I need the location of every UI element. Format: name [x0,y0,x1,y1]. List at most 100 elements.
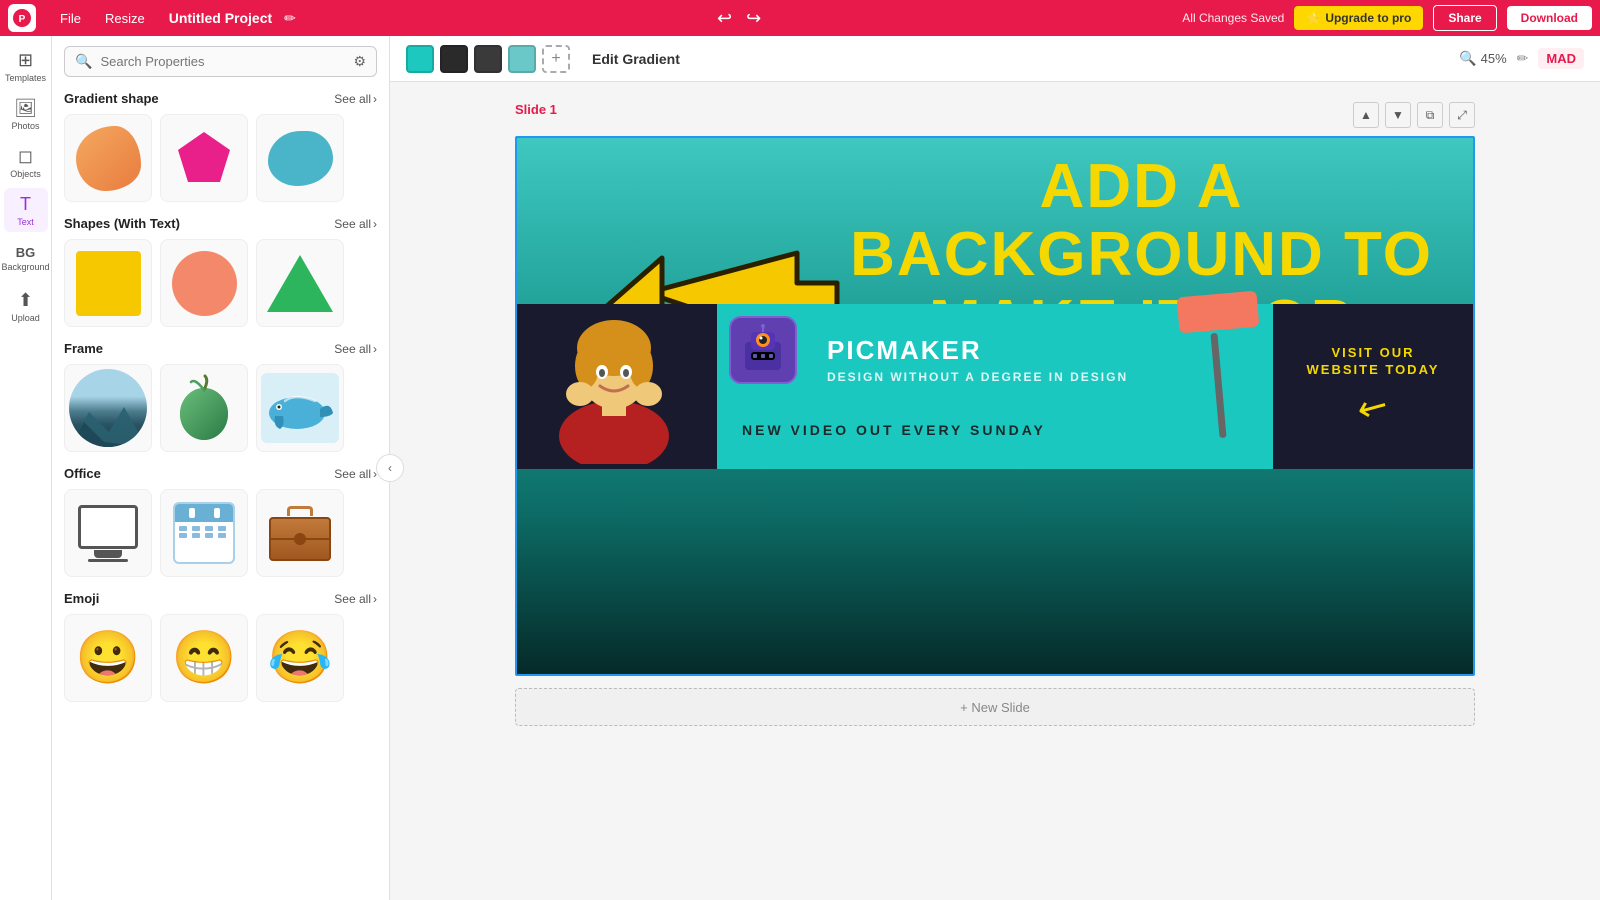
slide-header-row: Slide 1 ▲ ▼ ⧉ ⤢ [515,102,1475,128]
slide-down-button[interactable]: ▼ [1385,102,1411,128]
bg-label: Background [1,262,49,272]
new-slide-button[interactable]: + New Slide [515,688,1475,726]
section-office: Office See all › [52,460,389,585]
emoji-item-1[interactable]: 😀 [64,614,152,702]
calendar-shape [173,502,235,564]
office-item-3[interactable] [256,489,344,577]
frame-item-1[interactable] [64,364,152,452]
new-slide-label: + New Slide [960,700,1030,715]
pentagon-shape [172,126,237,191]
section-shapes-text-header: Shapes (With Text) See all › [64,216,377,231]
apple-frame [169,369,239,447]
rail-photos[interactable]: 🖼 Photos [4,92,48,136]
edit-pencil-icon[interactable]: ✏ [1517,50,1529,67]
mountain-frame [69,369,147,447]
left-panel-wrapper: 🔍 ⚙ Gradient shape See all › [52,36,390,900]
visit-arrow-icon: ↙ [1349,382,1396,433]
emoji-item-3[interactable]: 😂 [256,614,344,702]
robot-logo [729,316,797,384]
edit-project-name-icon[interactable]: ✏ [284,10,296,27]
redo-button[interactable]: ↪ [742,8,765,29]
rail-background[interactable]: BG Background [4,236,48,280]
text-icon: T [20,194,31,215]
color-swatch-lightteal[interactable] [508,45,536,73]
emoji-see-all[interactable]: See all › [334,592,377,606]
frame-title: Frame [64,341,103,356]
rail-upload[interactable]: ⬆ Upload [4,284,48,328]
templates-label: Templates [5,73,46,83]
share-button[interactable]: Share [1433,5,1496,31]
shape-text-item-2[interactable] [160,239,248,327]
frame-item-3[interactable] [256,364,344,452]
upgrade-button[interactable]: ⭐ Upgrade to pro [1294,6,1423,30]
design-canvas[interactable]: ADD A BACKGROUND TO MAKE IT POP [515,136,1475,676]
slide-label: Slide 1 [515,102,557,117]
chevron-right-icon-3: › [373,342,377,356]
whale-frame [261,373,339,443]
salmon-circle-shape [172,251,237,316]
section-frame-header: Frame See all › [64,341,377,356]
shapes-text-see-all[interactable]: See all › [334,217,377,231]
slide-expand-button[interactable]: ⤢ [1449,102,1475,128]
icon-rail: ⊞ Templates 🖼 Photos ◻ Objects T Text BG… [0,36,52,900]
topbar-right: All Changes Saved ⭐ Upgrade to pro Share… [1182,5,1592,31]
add-color-button[interactable]: + [542,45,570,73]
slide-up-button[interactable]: ▲ [1353,102,1379,128]
frame-see-all[interactable]: See all › [334,342,377,356]
office-grid [64,489,377,577]
project-name[interactable]: Untitled Project [157,10,284,26]
color-swatch-darkgray[interactable] [474,45,502,73]
person-svg [532,306,697,464]
saved-status: All Changes Saved [1182,11,1284,25]
robot-logo-svg [737,324,789,376]
green-triangle-shape [267,255,333,312]
frame-item-2[interactable] [160,364,248,452]
emoji-title: Emoji [64,591,99,606]
search-input[interactable] [100,54,345,69]
banner-text-group: PICMAKER DESIGN WITHOUT A DEGREE IN DESI… [737,335,1253,384]
shape-text-item-3[interactable] [256,239,344,327]
color-swatch-teal[interactable] [406,45,434,73]
rail-templates[interactable]: ⊞ Templates [4,44,48,88]
text-label: Text [17,217,34,227]
slide-duplicate-button[interactable]: ⧉ [1417,102,1443,128]
upload-label: Upload [11,313,40,323]
shapes-text-grid [64,239,377,327]
gradient-shape-item-2[interactable] [160,114,248,202]
zoom-control[interactable]: 🔍 45% [1459,50,1506,67]
office-see-all[interactable]: See all › [334,467,377,481]
chevron-right-icon-5: › [373,592,377,606]
bg-icon: BG [16,245,36,260]
download-button[interactable]: Download [1507,6,1592,30]
rail-text[interactable]: T Text [4,188,48,232]
office-item-2[interactable] [160,489,248,577]
section-gradient-shape: Gradient shape See all › [52,85,389,210]
gradient-shape-item-1[interactable] [64,114,152,202]
chevron-right-icon: › [373,92,377,106]
app-logo: P [8,4,36,32]
gradient-shape-item-3[interactable] [256,114,344,202]
section-frame: Frame See all › [52,335,389,460]
emoji-item-2[interactable]: 😁 [160,614,248,702]
user-avatar-label: MAD [1538,48,1584,69]
filter-icon[interactable]: ⚙ [353,53,366,70]
menu-file[interactable]: File [48,0,93,36]
undo-redo-group: ↩ ↪ [713,8,765,29]
zoom-icon: 🔍 [1459,50,1476,67]
panel-collapse-button[interactable]: ‹ [376,454,404,482]
gradient-shape-grid [64,114,377,202]
office-item-1[interactable] [64,489,152,577]
gradient-shape-see-all[interactable]: See all › [334,92,377,106]
rail-objects[interactable]: ◻ Objects [4,140,48,184]
star-icon: ⭐ [1306,11,1321,25]
toolbar: + Edit Gradient 🔍 45% ✏ MAD [390,36,1600,82]
menu-resize[interactable]: Resize [93,0,157,36]
undo-button[interactable]: ↩ [713,8,736,29]
color-swatch-black[interactable] [440,45,468,73]
canvas-area[interactable]: Slide 1 ▲ ▼ ⧉ ⤢ ADD A BACKGROUND TO MAKE… [390,82,1600,900]
shapes-text-title: Shapes (With Text) [64,216,180,231]
gradient-shape-title: Gradient shape [64,91,159,106]
edit-gradient-label: Edit Gradient [592,51,680,67]
shape-text-item-1[interactable] [64,239,152,327]
svg-text:P: P [19,14,26,25]
